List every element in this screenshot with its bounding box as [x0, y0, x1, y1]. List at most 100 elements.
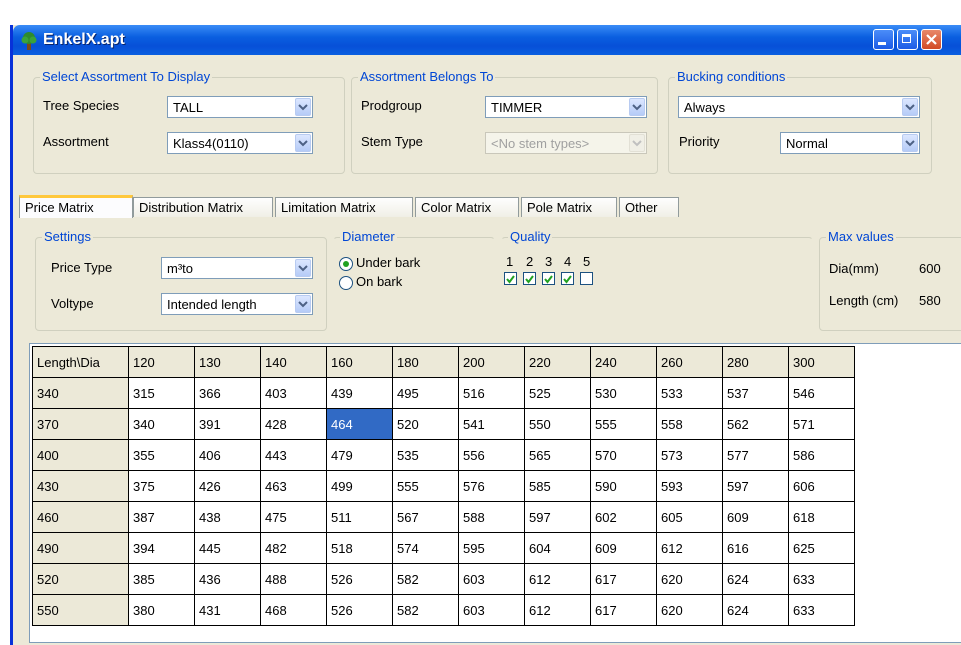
price-cell[interactable]: 562: [722, 408, 789, 440]
stem-type-select[interactable]: <No stem types>: [485, 132, 647, 154]
price-cell[interactable]: 597: [722, 470, 789, 502]
price-cell[interactable]: 403: [260, 377, 327, 409]
price-cell[interactable]: 558: [656, 408, 723, 440]
under-bark-label[interactable]: Under bark: [356, 255, 420, 270]
price-cell[interactable]: 574: [392, 532, 459, 564]
tab-distribution-matrix[interactable]: Distribution Matrix: [133, 197, 273, 217]
close-button[interactable]: [921, 29, 942, 50]
price-cell[interactable]: 603: [458, 594, 525, 626]
price-cell[interactable]: 616: [722, 532, 789, 564]
on-bark-radio[interactable]: [339, 276, 353, 290]
quality-checkbox[interactable]: [561, 272, 574, 285]
under-bark-radio[interactable]: [339, 257, 353, 271]
price-cell[interactable]: 571: [788, 408, 855, 440]
tab-price-matrix[interactable]: Price Matrix: [19, 195, 133, 218]
price-cell[interactable]: 525: [524, 377, 591, 409]
price-cell[interactable]: 582: [392, 563, 459, 595]
price-cell[interactable]: 535: [392, 439, 459, 471]
price-cell[interactable]: 518: [326, 532, 393, 564]
row-header[interactable]: 490: [32, 532, 129, 564]
quality-checkbox[interactable]: [523, 272, 536, 285]
chevron-down-icon[interactable]: [902, 134, 918, 152]
price-cell[interactable]: 495: [392, 377, 459, 409]
price-cell[interactable]: 582: [392, 594, 459, 626]
price-cell[interactable]: 573: [656, 439, 723, 471]
price-cell[interactable]: 624: [722, 563, 789, 595]
price-type-select[interactable]: m³to: [161, 257, 313, 279]
price-cell[interactable]: 633: [788, 594, 855, 626]
price-cell[interactable]: 315: [128, 377, 195, 409]
price-cell[interactable]: 565: [524, 439, 591, 471]
title-bar[interactable]: EnkelX.apt: [13, 25, 961, 55]
column-header[interactable]: 120: [128, 346, 195, 378]
column-header[interactable]: 280: [722, 346, 789, 378]
chevron-down-icon[interactable]: [295, 295, 311, 313]
price-cell[interactable]: 612: [656, 532, 723, 564]
price-cell[interactable]: 609: [722, 501, 789, 533]
chevron-down-icon[interactable]: [295, 259, 311, 277]
price-cell[interactable]: 556: [458, 439, 525, 471]
price-cell[interactable]: 617: [590, 563, 657, 595]
price-cell[interactable]: 593: [656, 470, 723, 502]
quality-checkbox[interactable]: [542, 272, 555, 285]
price-cell[interactable]: 606: [788, 470, 855, 502]
tab-limitation-matrix[interactable]: Limitation Matrix: [275, 197, 413, 217]
price-cell[interactable]: 546: [788, 377, 855, 409]
price-cell[interactable]: 567: [392, 501, 459, 533]
row-header[interactable]: 550: [32, 594, 129, 626]
chevron-down-icon[interactable]: [902, 98, 918, 116]
price-cell[interactable]: 445: [194, 532, 261, 564]
bucking-condition-select[interactable]: Always: [678, 96, 920, 118]
price-cell[interactable]: 570: [590, 439, 657, 471]
price-cell[interactable]: 428: [260, 408, 327, 440]
price-cell[interactable]: 612: [524, 563, 591, 595]
price-cell[interactable]: 520: [392, 408, 459, 440]
maximize-button[interactable]: [897, 29, 918, 50]
row-header[interactable]: 460: [32, 501, 129, 533]
quality-checkbox[interactable]: [580, 272, 593, 285]
column-header[interactable]: 180: [392, 346, 459, 378]
row-header[interactable]: 370: [32, 408, 129, 440]
price-cell[interactable]: 443: [260, 439, 327, 471]
price-cell[interactable]: 555: [392, 470, 459, 502]
price-cell[interactable]: 620: [656, 594, 723, 626]
price-cell[interactable]: 385: [128, 563, 195, 595]
price-cell[interactable]: 618: [788, 501, 855, 533]
price-cell[interactable]: 609: [590, 532, 657, 564]
price-cell[interactable]: 555: [590, 408, 657, 440]
price-cell[interactable]: 380: [128, 594, 195, 626]
chevron-down-icon[interactable]: [295, 98, 311, 116]
row-header[interactable]: 340: [32, 377, 129, 409]
price-cell[interactable]: 588: [458, 501, 525, 533]
price-cell[interactable]: 436: [194, 563, 261, 595]
price-cell[interactable]: 438: [194, 501, 261, 533]
price-cell[interactable]: 516: [458, 377, 525, 409]
row-header[interactable]: 430: [32, 470, 129, 502]
price-cell[interactable]: 612: [524, 594, 591, 626]
price-cell[interactable]: 530: [590, 377, 657, 409]
tab-pole-matrix[interactable]: Pole Matrix: [521, 197, 617, 217]
price-cell[interactable]: 577: [722, 439, 789, 471]
price-cell[interactable]: 340: [128, 408, 195, 440]
price-cell[interactable]: 620: [656, 563, 723, 595]
column-header[interactable]: 240: [590, 346, 657, 378]
priority-select[interactable]: Normal: [780, 132, 920, 154]
price-cell[interactable]: 366: [194, 377, 261, 409]
tree-species-select[interactable]: TALL: [167, 96, 313, 118]
price-cell[interactable]: 391: [194, 408, 261, 440]
price-matrix-grid[interactable]: Length\Dia 120 130 140 160 180 200 220 240 260 280…: [29, 343, 961, 643]
column-header[interactable]: 130: [194, 346, 261, 378]
price-cell[interactable]: 624: [722, 594, 789, 626]
column-header[interactable]: 140: [260, 346, 327, 378]
price-cell[interactable]: 406: [194, 439, 261, 471]
assortment-select[interactable]: Klass4(0110): [167, 132, 313, 154]
minimize-button[interactable]: [873, 29, 894, 50]
price-cell[interactable]: 603: [458, 563, 525, 595]
chevron-down-icon[interactable]: [629, 134, 645, 152]
price-cell[interactable]: 511: [326, 501, 393, 533]
price-cell[interactable]: 541: [458, 408, 525, 440]
on-bark-label[interactable]: On bark: [356, 274, 402, 289]
price-cell[interactable]: 617: [590, 594, 657, 626]
price-cell[interactable]: 482: [260, 532, 327, 564]
price-cell[interactable]: 431: [194, 594, 261, 626]
